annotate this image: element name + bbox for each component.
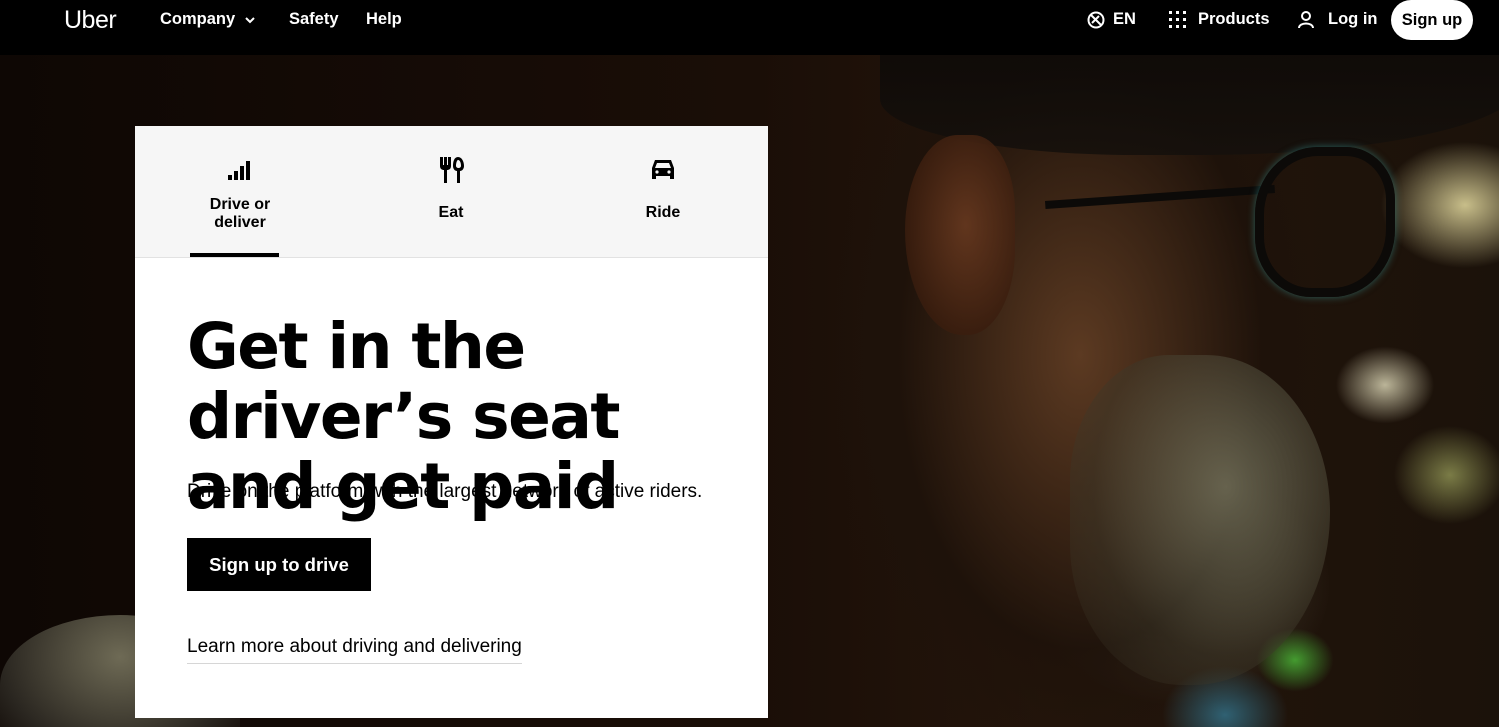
hero-subtext: Drive on the platform with the largest n…: [187, 481, 703, 502]
fork-knife-icon: [437, 156, 465, 184]
hero-beard-shape: [1070, 355, 1330, 685]
nav-company-label: Company: [160, 10, 236, 28]
active-tab-indicator: [190, 253, 279, 257]
signal-bars-icon: [228, 156, 252, 184]
tab-drive-label: Drive or deliver: [209, 196, 271, 231]
hero-glasses-arm-shape: [1045, 184, 1275, 210]
products-menu[interactable]: Products: [1169, 10, 1270, 29]
top-nav: Uber Company Safety Help EN Products Log…: [0, 0, 1499, 55]
learn-more-link[interactable]: Learn more about driving and delivering: [187, 635, 522, 664]
language-selector[interactable]: EN: [1087, 10, 1136, 29]
products-label: Products: [1198, 10, 1270, 28]
tab-eat[interactable]: Eat: [366, 126, 536, 258]
nav-help-link[interactable]: Help: [366, 10, 402, 29]
tab-ride-label: Ride: [645, 204, 681, 221]
tab-ride[interactable]: Ride: [578, 126, 748, 258]
login-label: Log in: [1328, 10, 1378, 28]
hero-glasses-shape: [1255, 147, 1395, 297]
chevron-down-icon: [245, 16, 255, 23]
nav-safety-link[interactable]: Safety: [289, 10, 339, 29]
hero-ear-shape: [905, 135, 1015, 335]
nav-company-dropdown[interactable]: Company: [160, 10, 257, 29]
uber-logo[interactable]: Uber: [64, 6, 117, 35]
sign-up-to-drive-button[interactable]: Sign up to drive: [187, 538, 371, 591]
hero-card: Drive or deliver Eat Ride Get in the dri…: [135, 126, 768, 718]
service-tabs: Drive or deliver Eat Ride: [135, 126, 768, 258]
tab-eat-label: Eat: [438, 204, 464, 221]
language-label: EN: [1113, 10, 1136, 28]
person-icon: [1298, 10, 1314, 28]
grid-icon: [1169, 11, 1186, 28]
tab-drive-or-deliver[interactable]: Drive or deliver: [155, 126, 325, 258]
login-link[interactable]: Log in: [1298, 10, 1377, 29]
signup-button[interactable]: Sign up: [1391, 0, 1473, 40]
globe-icon: [1087, 11, 1105, 28]
car-icon: [650, 156, 676, 184]
